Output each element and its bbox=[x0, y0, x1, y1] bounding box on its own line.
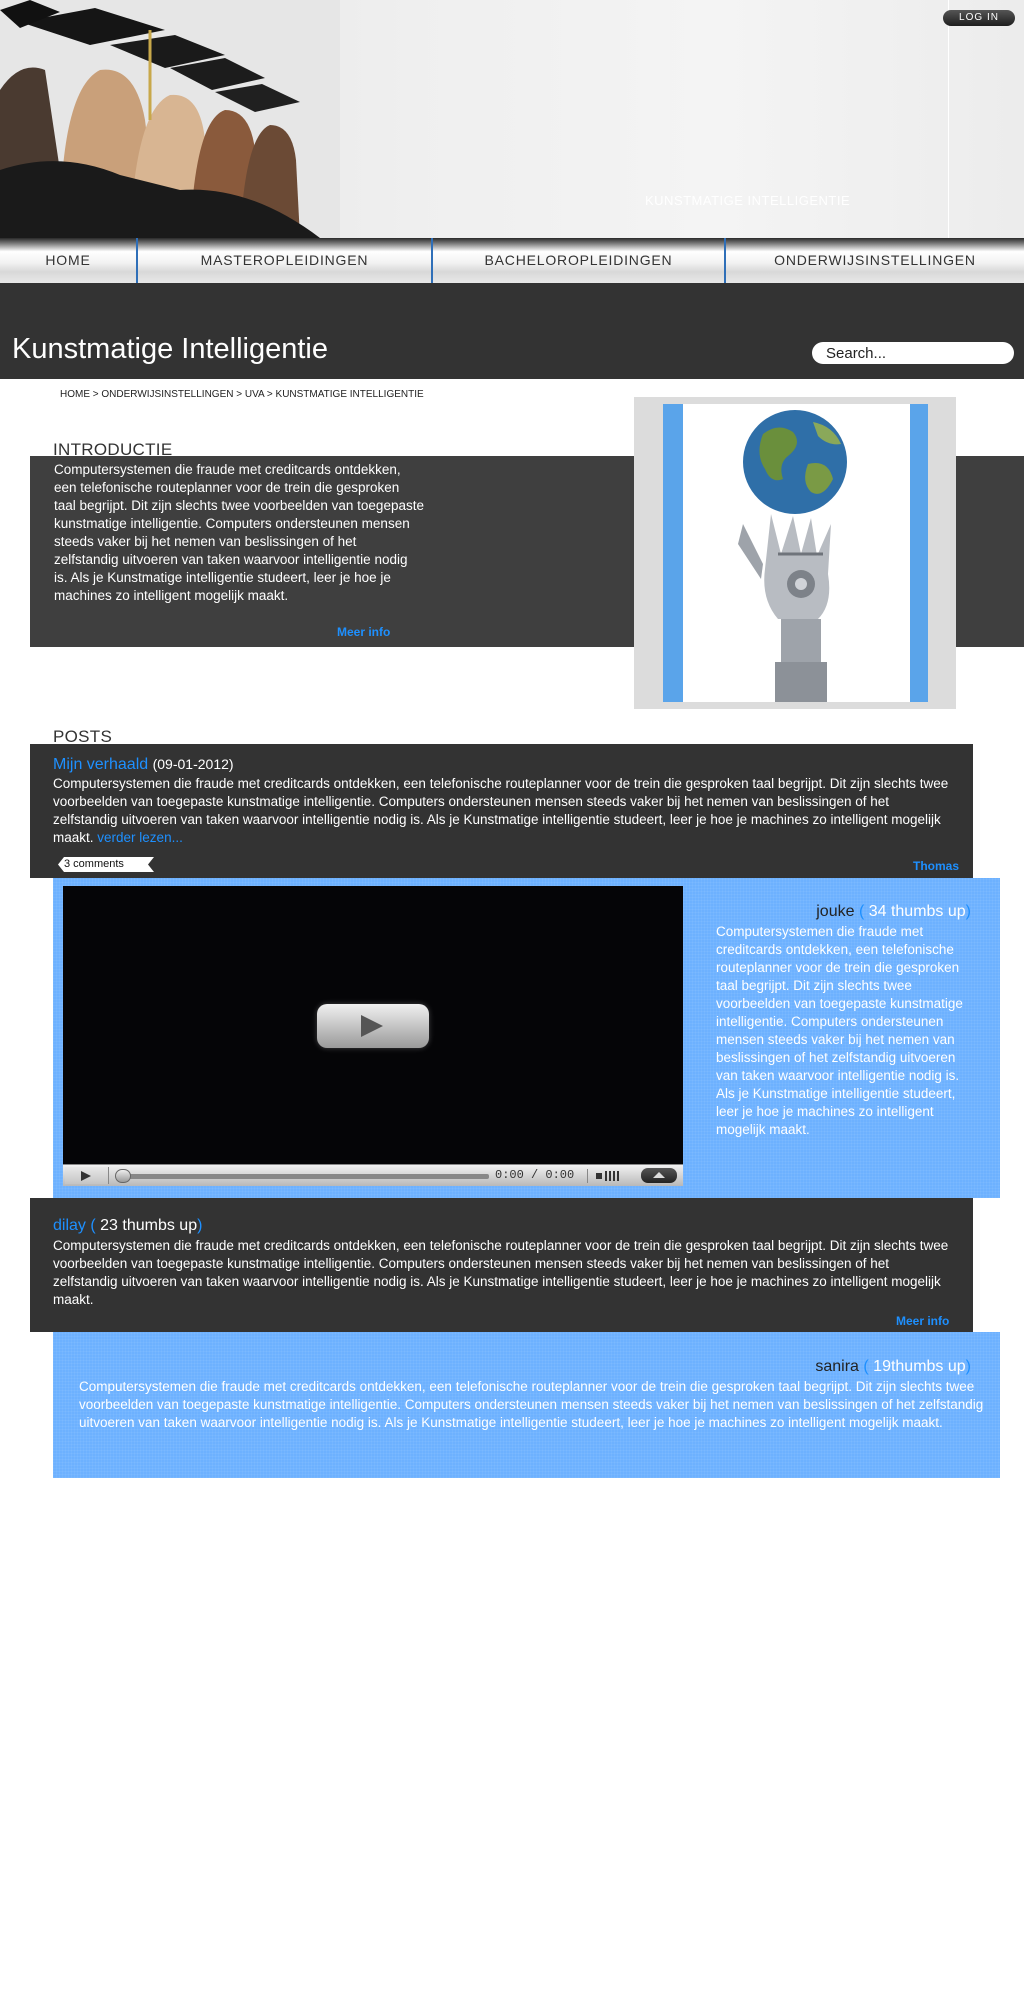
seek-handle[interactable] bbox=[115, 1169, 131, 1183]
play-control-button[interactable] bbox=[65, 1167, 109, 1184]
comment-header-jouke: jouke ( 34 thumbs up) bbox=[816, 903, 971, 921]
post-date: (09-01-2012) bbox=[152, 756, 234, 772]
robot-hand-globe-icon bbox=[738, 410, 847, 702]
big-play-button[interactable] bbox=[317, 1004, 429, 1048]
video-controls: 0:00 / 0:00 bbox=[63, 1164, 683, 1186]
header-caption: KUNSTMATIGE INTELLIGENTIE bbox=[645, 193, 851, 208]
post-title-link[interactable]: Mijn verhaald bbox=[53, 756, 148, 773]
paren-close: ) bbox=[197, 1217, 203, 1234]
image-stripe-left bbox=[663, 404, 683, 702]
intro-more-link[interactable]: Meer info bbox=[337, 625, 390, 639]
post-author-link[interactable]: Thomas bbox=[913, 859, 959, 873]
paren-close: ) bbox=[965, 1358, 971, 1375]
login-button[interactable]: LOG IN bbox=[943, 10, 1015, 26]
paren-close: ) bbox=[965, 903, 971, 920]
play-icon bbox=[81, 1171, 91, 1181]
header-banner: LOG IN KUNSTMATIGE INTELLIGENTIE bbox=[0, 0, 1024, 238]
thumbs-count: 19thumbs up bbox=[868, 1358, 966, 1375]
commenter-name[interactable]: jouke bbox=[816, 903, 854, 920]
seek-bar[interactable] bbox=[119, 1174, 489, 1179]
search-input[interactable] bbox=[812, 342, 1014, 364]
volume-icon bbox=[596, 1173, 602, 1179]
title-band: Kunstmatige Intelligentie bbox=[0, 283, 1024, 379]
comment-header-sanira: sanira ( 19thumbs up) bbox=[815, 1358, 971, 1376]
image-canvas bbox=[683, 404, 910, 702]
robot-globe-image bbox=[634, 397, 956, 709]
nav-item-home[interactable]: HOME bbox=[0, 238, 136, 283]
post-text: Computersystemen die fraude met creditca… bbox=[53, 776, 949, 845]
commenter-name[interactable]: sanira bbox=[815, 1358, 859, 1375]
video-timecode: 0:00 / 0:00 bbox=[495, 1168, 575, 1182]
commenter-name[interactable]: dilay bbox=[53, 1217, 86, 1234]
comment-more-link[interactable]: Meer info bbox=[896, 1314, 949, 1328]
breadcrumb[interactable]: HOME > ONDERWIJSINSTELLINGEN > UVA > KUN… bbox=[60, 389, 424, 400]
nav-item-onderwijsinstellingen[interactable]: ONDERWIJSINSTELLINGEN bbox=[726, 238, 1024, 283]
comment-text-sanira: Computersystemen die fraude met creditca… bbox=[79, 1379, 984, 1430]
read-more-link[interactable]: verder lezen... bbox=[97, 830, 183, 845]
page: LOG IN KUNSTMATIGE INTELLIGENTIE HOME MA… bbox=[0, 0, 1024, 2000]
video-player[interactable]: 0:00 / 0:00 bbox=[63, 886, 683, 1186]
fullscreen-icon bbox=[653, 1172, 665, 1178]
volume-control[interactable] bbox=[587, 1169, 625, 1183]
comment-text-dilay: Computersystemen die fraude met creditca… bbox=[53, 1238, 949, 1307]
nav-item-masteropleidingen[interactable]: MASTEROPLEIDINGEN bbox=[138, 238, 431, 283]
thumbs-count: 34 thumbs up bbox=[864, 903, 966, 920]
comment-header-dilay: dilay ( 23 thumbs up) bbox=[53, 1217, 202, 1235]
volume-level-icon bbox=[605, 1171, 619, 1181]
fullscreen-button[interactable] bbox=[641, 1168, 677, 1183]
page-title: Kunstmatige Intelligentie bbox=[12, 333, 328, 365]
image-stripe-right bbox=[910, 404, 928, 702]
post-title: Mijn verhaald (09-01-2012) bbox=[53, 756, 234, 774]
thumbs-count: 23 thumbs up bbox=[95, 1217, 198, 1234]
nav-item-bacheloropleidingen[interactable]: BACHELOROPLEIDINGEN bbox=[433, 238, 724, 283]
intro-heading: INTRODUCTIE bbox=[53, 440, 173, 459]
post-body: Computersystemen die fraude met creditca… bbox=[53, 775, 953, 847]
main-nav: HOME MASTEROPLEIDINGEN BACHELOROPLEIDING… bbox=[0, 238, 1024, 283]
header-divider bbox=[948, 0, 949, 238]
play-icon bbox=[361, 1015, 383, 1037]
graduates-photo bbox=[0, 0, 340, 238]
intro-text: Computersystemen die fraude met creditca… bbox=[54, 462, 424, 603]
comments-badge[interactable]: 3 comments bbox=[58, 857, 154, 872]
comment-text-jouke: Computersystemen die fraude met creditca… bbox=[716, 924, 963, 1137]
